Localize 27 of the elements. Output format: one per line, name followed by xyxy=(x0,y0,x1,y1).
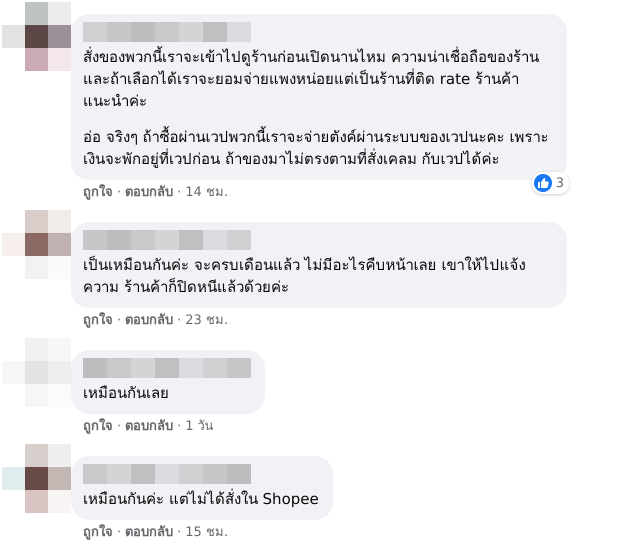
reaction-count: 3 xyxy=(532,172,569,194)
comment-text: เหมือนกันเลย xyxy=(83,383,169,404)
action-link[interactable]: ตอบกลับ xyxy=(125,524,174,542)
separator-dot: · xyxy=(177,312,182,330)
separator-dot: · xyxy=(117,418,122,436)
timestamp[interactable]: 1 วัน xyxy=(185,418,214,436)
action-link[interactable]: ตอบกลับ xyxy=(125,418,174,436)
action-link[interactable]: ถูกใจ xyxy=(83,418,113,436)
comment-text: อ่อ จริงๆ ถ้าซื้อผ่านเวปพวกนี้เราจะจ่ายตังค์ผ่านระบบของเวปนะคะ เพราะเงินจะพักอยู่ที่เวปก่อน ถ้าของมาไม่ตรงตามที่สั่งเคลม กับเวปได้ค่ะ xyxy=(83,126,550,170)
thumbs-up-icon xyxy=(534,174,552,192)
separator-dot: · xyxy=(117,524,122,542)
action-link[interactable]: ตอบกลับ xyxy=(125,184,174,202)
timestamp[interactable]: 15 ชม. xyxy=(185,524,228,542)
comment-text: สั่งของพวกนี้เราจะเข้าไปดูร้านก่อนเปิดนานไหม ความน่าเชื่อถือของร้าน และถ้าเลือกได้เราจะยอมจ่ายแพงหน่อยแต่เป็นร้านที่ติด rate ร้านค้าแนะนำค่ะ xyxy=(83,46,540,112)
action-link[interactable]: ถูกใจ xyxy=(83,184,113,202)
separator-dot: · xyxy=(177,418,182,436)
separator-dot: · xyxy=(117,312,122,330)
separator-dot: · xyxy=(177,524,182,542)
separator-dot: · xyxy=(117,184,122,202)
timestamp[interactable]: 23 ชม. xyxy=(185,312,228,330)
action-link[interactable]: ตอบกลับ xyxy=(125,312,174,330)
separator-dot: · xyxy=(177,184,182,202)
timestamp[interactable]: 14 ชม. xyxy=(185,184,228,202)
comment-text: เป็นเหมือนกันค่ะ จะครบเดือนแล้ว ไม่มีอะไรคืบหน้าเลย เขาให้ไปแจ้งความ ร้านค้าก็ปิดหนีแล้วด้วยค่ะ xyxy=(83,254,526,298)
comment-text: เหมือนกันค่ะ แต่ไม่ได้สั่งใน Shopee xyxy=(83,488,319,510)
action-link[interactable]: ถูกใจ xyxy=(83,524,113,542)
action-link[interactable]: ถูกใจ xyxy=(83,312,113,330)
